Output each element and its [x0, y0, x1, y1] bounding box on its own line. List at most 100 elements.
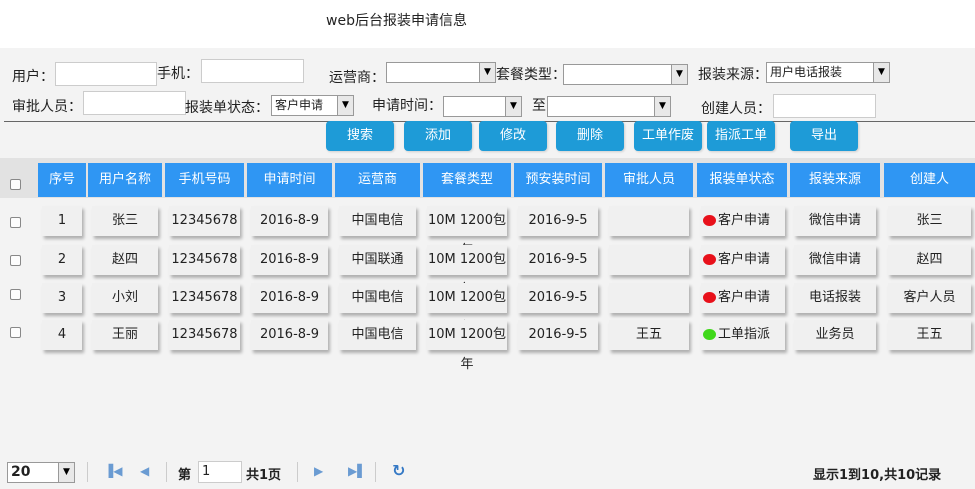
cell-col-name: 小刘: [92, 283, 158, 313]
cell-col-package: 10M 1200包年: [427, 206, 507, 258]
assign-ticket-button[interactable]: 指派工单: [707, 121, 775, 151]
cell-col-package: 10M 1200包年: [427, 245, 507, 297]
status-select[interactable]: 客户申请 ▼: [271, 95, 354, 116]
header-col-status[interactable]: 报装单状态: [697, 163, 787, 197]
approver-input[interactable]: [83, 91, 186, 115]
pager-divider: [297, 462, 298, 482]
cell-col-carrier: 中国电信: [339, 320, 416, 350]
carrier-label: 运营商：: [329, 70, 385, 86]
cell-col-apply-time: 2016-8-9: [251, 206, 328, 236]
chevron-down-icon: ▼: [873, 63, 889, 82]
apply-time-start-select[interactable]: ▼: [443, 96, 522, 117]
user-input[interactable]: [55, 62, 157, 86]
row-checkbox[interactable]: [10, 217, 21, 228]
cell-col-phone: 12345678: [169, 283, 240, 313]
status-text: 工单指派: [718, 327, 771, 342]
cell-col-status: 客户申请: [701, 206, 785, 236]
apply-time-to-label: 至: [532, 98, 546, 114]
delete-button[interactable]: 删除: [556, 121, 624, 151]
user-label: 用户：: [12, 69, 54, 85]
cell-col-no: 3: [42, 283, 82, 313]
edit-button[interactable]: 修改: [479, 121, 547, 151]
cell-col-approver: [609, 245, 689, 275]
cell-col-creator: 张三: [888, 206, 971, 236]
header-col-no[interactable]: 序号: [38, 163, 86, 197]
prev-page-icon[interactable]: ◀: [140, 464, 149, 478]
cell-col-creator: 赵四: [888, 245, 971, 275]
approver-label: 审批人员：: [12, 99, 82, 115]
header-col-carrier[interactable]: 运营商: [335, 163, 420, 197]
cell-col-install-time: 2016-9-5: [518, 206, 598, 236]
header-col-source[interactable]: 报装来源: [790, 163, 880, 197]
header-col-creator[interactable]: 创建人: [884, 163, 975, 197]
apply-time-end-select[interactable]: ▼: [547, 96, 671, 117]
cell-col-apply-time: 2016-8-9: [251, 320, 328, 350]
status-dot-icon: [703, 215, 716, 226]
package-label: 套餐类型：: [496, 67, 566, 83]
header-col-apply-time[interactable]: 申请时间: [247, 163, 332, 197]
status-text: 客户申请: [718, 213, 771, 228]
search-button[interactable]: 搜索: [326, 121, 394, 151]
cell-col-phone: 12345678: [169, 245, 240, 275]
cell-col-carrier: 中国电信: [339, 206, 416, 236]
source-select[interactable]: 用户电话报装 ▼: [766, 62, 890, 83]
select-all-checkbox[interactable]: [10, 179, 21, 190]
status-dot-icon: [703, 254, 716, 265]
pager-summary: 显示1到10,共10记录: [813, 468, 942, 483]
page-size-select[interactable]: 20 ▼: [7, 462, 75, 483]
status-dot-icon: [703, 292, 716, 303]
chevron-down-icon: ▼: [337, 96, 353, 115]
cell-col-approver: 王五: [609, 320, 689, 350]
refresh-icon[interactable]: ↻: [392, 461, 405, 480]
first-page-icon[interactable]: ▐◀: [104, 464, 122, 478]
last-page-icon[interactable]: ▶▌: [348, 464, 366, 478]
cell-col-status: 工单指派: [701, 320, 785, 350]
page-number-input[interactable]: 1: [198, 461, 242, 483]
cell-col-approver: [609, 206, 689, 236]
cell-col-source: 业务员: [794, 320, 876, 350]
header-col-approver[interactable]: 审批人员: [605, 163, 693, 197]
cell-col-no: 4: [42, 320, 82, 350]
phone-input[interactable]: [201, 59, 304, 83]
chevron-down-icon: ▼: [58, 463, 74, 482]
creator-label: 创建人员：: [701, 101, 771, 117]
cell-col-no: 1: [42, 206, 82, 236]
creator-input[interactable]: [773, 94, 876, 118]
source-select-value: 用户电话报装: [770, 65, 843, 79]
cell-col-install-time: 2016-9-5: [518, 320, 598, 350]
cell-col-package: 10M 1200包年: [427, 320, 507, 372]
status-select-value: 客户申请: [275, 98, 324, 112]
cell-col-source: 微信申请: [794, 206, 876, 236]
cell-col-apply-time: 2016-8-9: [251, 283, 328, 313]
package-select[interactable]: ▼: [563, 64, 688, 85]
cell-col-apply-time: 2016-8-9: [251, 245, 328, 275]
cell-col-phone: 12345678: [169, 206, 240, 236]
cell-col-source: 微信申请: [794, 245, 876, 275]
row-checkbox[interactable]: [10, 255, 21, 266]
cell-col-creator: 客户人员: [888, 283, 971, 313]
cell-col-name: 王丽: [92, 320, 158, 350]
export-button[interactable]: 导出: [790, 121, 858, 151]
phone-label: 手机：: [157, 66, 199, 82]
add-button[interactable]: 添加: [404, 121, 472, 151]
status-label: 报装单状态：: [185, 100, 269, 116]
next-page-icon[interactable]: ▶: [314, 464, 323, 478]
row-checkbox[interactable]: [10, 289, 21, 300]
header-col-install-time[interactable]: 预安装时间: [514, 163, 602, 197]
cell-col-carrier: 中国电信: [339, 283, 416, 313]
carrier-select[interactable]: ▼: [386, 62, 496, 83]
page-prefix: 第: [178, 468, 192, 483]
void-ticket-button[interactable]: 工单作废: [634, 121, 702, 151]
row-checkbox[interactable]: [10, 327, 21, 338]
header-col-package[interactable]: 套餐类型: [423, 163, 511, 197]
cell-col-carrier: 中国联通: [339, 245, 416, 275]
status-dot-icon: [703, 329, 716, 340]
cell-col-phone: 12345678: [169, 320, 240, 350]
header-col-phone[interactable]: 手机号码: [165, 163, 244, 197]
status-text: 客户申请: [718, 252, 771, 267]
cell-col-name: 赵四: [92, 245, 158, 275]
cell-col-name: 张三: [92, 206, 158, 236]
cell-col-install-time: 2016-9-5: [518, 245, 598, 275]
header-col-name[interactable]: 用户名称: [88, 163, 162, 197]
pager-divider: [166, 462, 167, 482]
